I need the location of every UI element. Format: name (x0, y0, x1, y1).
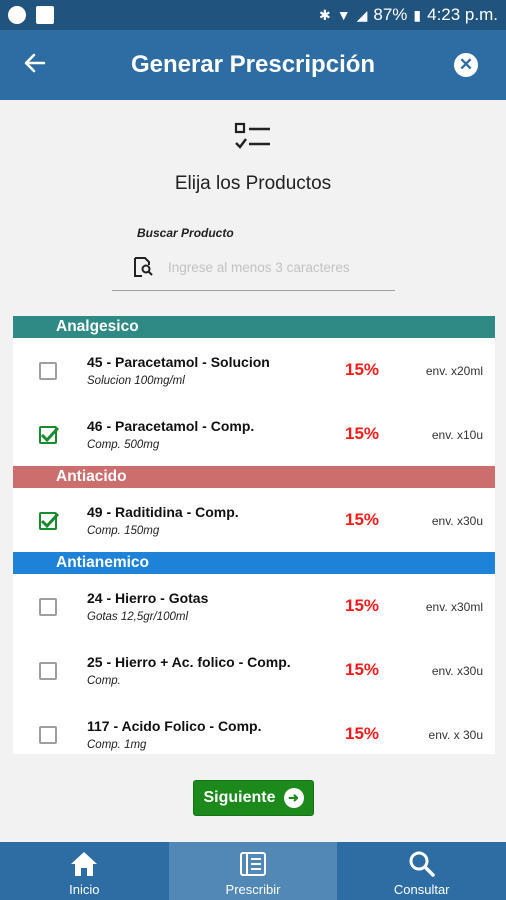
search-label: Buscar Producto (137, 226, 234, 240)
nav-item-prescribir[interactable]: Prescribir (168, 842, 338, 900)
product-description: Comp. 1mg (87, 739, 147, 751)
close-icon: ✕ (458, 55, 474, 74)
bluetooth-icon: ✱ (319, 6, 331, 23)
product-description: Comp. 150mg (87, 525, 160, 537)
page-title: Generar Prescripción (130, 51, 376, 78)
checkmark-icon (40, 512, 60, 529)
instruction-text: Elija los Productos (174, 173, 332, 194)
search-underline (112, 290, 395, 291)
signal-icon: ◢ (356, 6, 368, 23)
product-name: 49 - Raditidina - Comp. (87, 504, 239, 520)
product-description: Solucion 100mg/ml (87, 375, 185, 387)
product-pack: env. x30u (431, 664, 483, 678)
home-icon (71, 852, 98, 876)
list-item[interactable]: 24 - Hierro - Gotas Gotas 12,5gr/100ml 1… (13, 574, 495, 638)
checklist-icon (234, 122, 270, 149)
prescription-icon (240, 852, 266, 876)
app-bar: Generar Prescripción ✕ (0, 30, 506, 100)
product-pack: env. x30u (431, 514, 483, 528)
product-discount: 15% (345, 724, 380, 743)
product-checkbox[interactable] (39, 512, 60, 530)
list-item[interactable]: 45 - Paracetamol - Solucion Solucion 100… (13, 338, 495, 402)
battery-icon: ▮ (413, 6, 422, 23)
product-description: Comp. (87, 675, 121, 687)
product-checkbox[interactable] (39, 362, 57, 380)
search-icon (409, 851, 435, 877)
nav-item-inicio[interactable]: Inicio (0, 842, 169, 900)
list-item[interactable]: 25 - Hierro + Ac. folico - Comp. Comp. 1… (13, 638, 495, 702)
product-description: Comp. 500mg (87, 439, 160, 451)
list-item[interactable]: 49 - Raditidina - Comp. Comp. 150mg 15% … (13, 488, 495, 552)
list-item[interactable]: 46 - Paracetamol - Comp. Comp. 500mg 15%… (13, 402, 495, 466)
app-notification-icon (8, 6, 26, 24)
next-button[interactable]: Siguiente ➜ (193, 780, 314, 816)
image-notification-icon (36, 6, 54, 24)
wifi-icon: ▼ (336, 7, 351, 23)
product-discount: 15% (345, 360, 380, 379)
product-pack: env. x 30u (428, 728, 483, 742)
product-discount: 15% (345, 424, 380, 443)
product-name: 25 - Hierro + Ac. folico - Comp. (87, 654, 291, 670)
category-header-antiacido: Antiacido (13, 466, 495, 488)
product-name: 117 - Acido Folico - Comp. (87, 718, 262, 734)
product-name: 45 - Paracetamol - Solucion (87, 354, 270, 370)
battery-level: 87% (373, 5, 408, 24)
close-button[interactable]: ✕ (454, 53, 478, 77)
nav-label: Inicio (69, 882, 100, 897)
product-checkbox[interactable] (39, 662, 57, 680)
product-discount: 15% (345, 596, 380, 615)
category-header-analgesico: Analgesico (13, 316, 495, 338)
product-pack: env. x10u (431, 428, 483, 442)
status-bar: ✱ ▼ ◢ 87% ▮ 4:23 p.m. (0, 0, 506, 30)
search-input[interactable] (168, 254, 393, 280)
product-checkbox[interactable] (39, 426, 60, 444)
product-name: 46 - Paracetamol - Comp. (87, 418, 255, 434)
category-header-antianemico: Antianemico (13, 552, 495, 574)
next-button-label: Siguiente (203, 789, 276, 806)
bottom-nav: Inicio Prescribir Consultar (0, 842, 506, 900)
arrow-right-icon: ➜ (283, 788, 304, 808)
product-checkbox[interactable] (39, 598, 57, 616)
nav-label: Prescribir (225, 882, 281, 897)
list-item[interactable]: 117 - Acido Folico - Comp. Comp. 1mg 15%… (13, 702, 495, 754)
product-description: Gotas 12,5gr/100ml (87, 611, 189, 623)
product-discount: 15% (345, 660, 380, 679)
product-pack: env. x20ml (425, 364, 483, 378)
product-checkbox[interactable] (39, 726, 57, 744)
document-search-icon (134, 257, 153, 277)
product-discount: 15% (345, 510, 380, 529)
nav-item-consultar[interactable]: Consultar (337, 842, 506, 900)
product-name: 24 - Hierro - Gotas (87, 590, 209, 606)
clock: 4:23 p.m. (427, 5, 498, 24)
checkmark-icon (40, 426, 60, 443)
product-pack: env. x30ml (425, 600, 483, 614)
nav-label: Consultar (393, 882, 450, 897)
product-list[interactable]: Analgesico 45 - Paracetamol - Solucion S… (13, 316, 495, 754)
